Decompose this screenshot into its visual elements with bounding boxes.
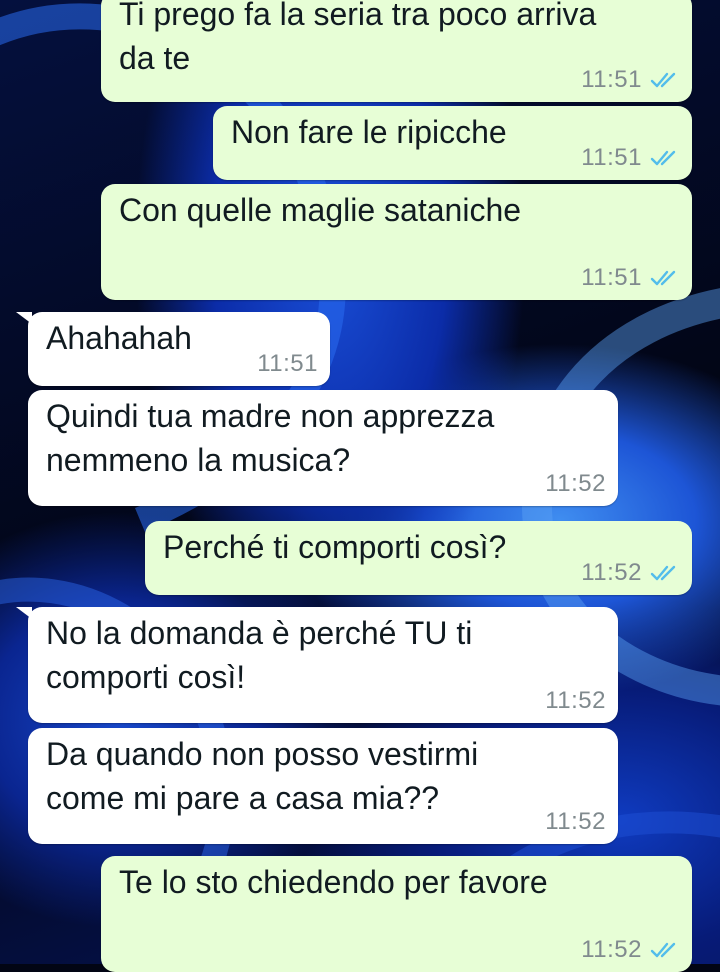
outgoing-message-bubble[interactable]: Perché ti comporti così? 11:52	[145, 521, 692, 595]
outgoing-message-bubble[interactable]: Te lo sto chiedendo per favore 11:52	[101, 856, 692, 972]
outgoing-message-bubble[interactable]: Non fare le ripicche 11:51	[213, 106, 692, 180]
message-text: Con quelle maglie sataniche	[119, 192, 522, 228]
incoming-message-bubble[interactable]: No la domanda è perché TU ti comporti co…	[16, 607, 618, 723]
incoming-message-bubble[interactable]: Quindi tua madre non apprezza nemmeno la…	[28, 390, 618, 506]
message-timestamp: 11:52	[581, 936, 642, 963]
message-timestamp: 11:52	[545, 808, 606, 835]
message-timestamp: 11:51	[581, 66, 642, 93]
read-ticks-icon	[650, 942, 676, 958]
incoming-message-bubble[interactable]: Ahahahah 11:51	[16, 312, 330, 386]
message-timestamp: 11:52	[545, 470, 606, 497]
bubble-tail	[16, 312, 32, 324]
message-text: Da quando non posso vestirmi come mi par…	[46, 736, 479, 816]
read-ticks-icon	[650, 270, 676, 286]
message-timestamp: 11:51	[581, 144, 642, 171]
message-meta: 11:52	[581, 559, 680, 587]
read-ticks-icon	[650, 150, 676, 166]
message-meta: 11:51	[257, 350, 318, 378]
message-text: No la domanda è perché TU ti comporti co…	[46, 615, 473, 695]
bubble-tail	[16, 607, 32, 619]
message-meta: 11:52	[545, 470, 606, 498]
message-meta: 11:51	[581, 144, 680, 172]
outgoing-message-bubble[interactable]: Con quelle maglie sataniche 11:51	[101, 184, 692, 300]
message-text: Quindi tua madre non apprezza nemmeno la…	[46, 398, 495, 478]
message-meta: 11:51	[581, 66, 680, 94]
message-timestamp: 11:51	[581, 264, 642, 291]
message-timestamp: 11:52	[545, 687, 606, 714]
message-meta: 11:52	[545, 687, 606, 715]
message-timestamp: 11:51	[257, 350, 318, 377]
message-meta: 11:52	[581, 936, 680, 964]
message-timestamp: 11:52	[581, 559, 642, 586]
message-meta: 11:51	[581, 264, 680, 292]
read-ticks-icon	[650, 72, 676, 88]
outgoing-message-bubble[interactable]: Ti prego fa la seria tra poco arriva da …	[101, 0, 692, 102]
incoming-message-bubble[interactable]: Da quando non posso vestirmi come mi par…	[28, 728, 618, 844]
message-text: Te lo sto chiedendo per favore	[119, 864, 548, 900]
read-ticks-icon	[650, 565, 676, 581]
message-meta: 11:52	[545, 808, 606, 836]
